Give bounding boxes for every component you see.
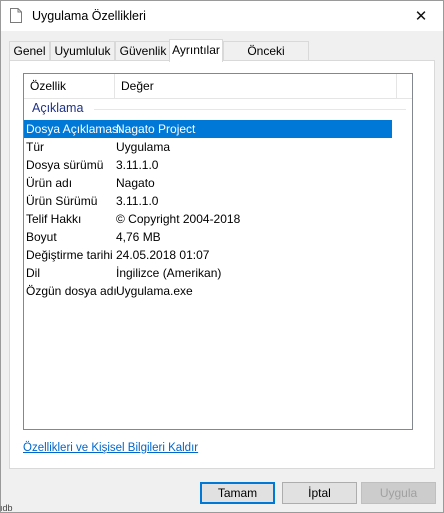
list-item[interactable]: Ürün Sürümü 3.11.1.0 (24, 192, 392, 210)
list-header: Özellik Değer (24, 74, 412, 99)
list-item[interactable]: Tür Uygulama (24, 138, 392, 156)
property-name: Dil (26, 266, 40, 280)
tab-details[interactable]: Ayrıntılar (169, 39, 223, 62)
property-value: © Copyright 2004-2018 (116, 212, 241, 226)
document-icon (10, 8, 22, 23)
column-header-value[interactable]: Değer (115, 74, 395, 98)
ok-button[interactable]: Tamam (200, 482, 275, 504)
list-item[interactable]: Boyut 4,76 MB (24, 228, 392, 246)
details-list[interactable]: Özellik Değer Açıklama Dosya Açıklaması … (23, 73, 413, 430)
tab-general[interactable]: Genel (9, 41, 50, 60)
title-bar[interactable]: Uygulama Özellikleri ✕ (1, 1, 443, 31)
properties-dialog: Uygulama Özellikleri ✕ Genel Uyumluluk G… (0, 0, 444, 513)
close-icon: ✕ (414, 8, 428, 25)
column-header-property[interactable]: Özellik (24, 74, 114, 98)
column-separator[interactable] (396, 74, 397, 98)
window-title: Uygulama Özellikleri (32, 9, 146, 23)
group-label: Açıklama (32, 101, 84, 115)
property-value: Uygulama (116, 140, 171, 154)
property-value: 24.05.2018 01:07 (116, 248, 210, 262)
list-item[interactable]: Dosya Açıklaması Nagato Project (24, 120, 392, 138)
tab-compatibility[interactable]: Uyumluluk (50, 41, 115, 60)
property-name: Değiştirme tarihi (26, 248, 113, 262)
tab-security[interactable]: Güvenlik (115, 41, 171, 60)
property-name: Ürün adı (26, 176, 73, 190)
property-value: İngilizce (Amerikan) (116, 266, 222, 280)
list-item[interactable]: Ürün adı Nagato (24, 174, 392, 192)
tab-previous-versions[interactable]: Önceki Sürümler (223, 41, 309, 76)
list-item[interactable]: Dil İngilizce (Amerikan) (24, 264, 392, 282)
details-panel: Özellik Değer Açıklama Dosya Açıklaması … (9, 60, 435, 469)
property-value: 3.11.1.0 (116, 194, 159, 208)
property-value: 3.11.1.0 (116, 158, 159, 172)
cancel-button[interactable]: İptal (282, 482, 357, 504)
property-value: Nagato Project (116, 122, 196, 136)
group-divider (94, 109, 406, 110)
list-item[interactable]: Özgün dosya adı Uygulama.exe (24, 282, 392, 300)
apply-button: Uygula (361, 482, 436, 504)
property-name: Ürün Sürümü (26, 194, 98, 208)
list-item[interactable]: Değiştirme tarihi 24.05.2018 01:07 (24, 246, 392, 264)
property-value: Nagato (116, 176, 155, 190)
property-name: Dosya Açıklaması (26, 122, 122, 136)
background-text-fragment: ıdb (0, 503, 13, 513)
property-value: 4,76 MB (116, 230, 161, 244)
property-name: Telif Hakkı (26, 212, 82, 226)
remove-properties-link[interactable]: Özellikleri ve Kişisel Bilgileri Kaldır (23, 442, 198, 454)
property-value: Uygulama.exe (116, 284, 193, 298)
property-name: Boyut (26, 230, 57, 244)
property-name: Özgün dosya adı (26, 284, 117, 298)
property-name: Tür (26, 140, 44, 154)
list-item[interactable]: Telif Hakkı © Copyright 2004-2018 (24, 210, 392, 228)
list-item[interactable]: Dosya sürümü 3.11.1.0 (24, 156, 392, 174)
property-name: Dosya sürümü (26, 158, 104, 172)
close-button[interactable]: ✕ (399, 1, 443, 31)
group-description[interactable]: Açıklama (24, 100, 412, 118)
